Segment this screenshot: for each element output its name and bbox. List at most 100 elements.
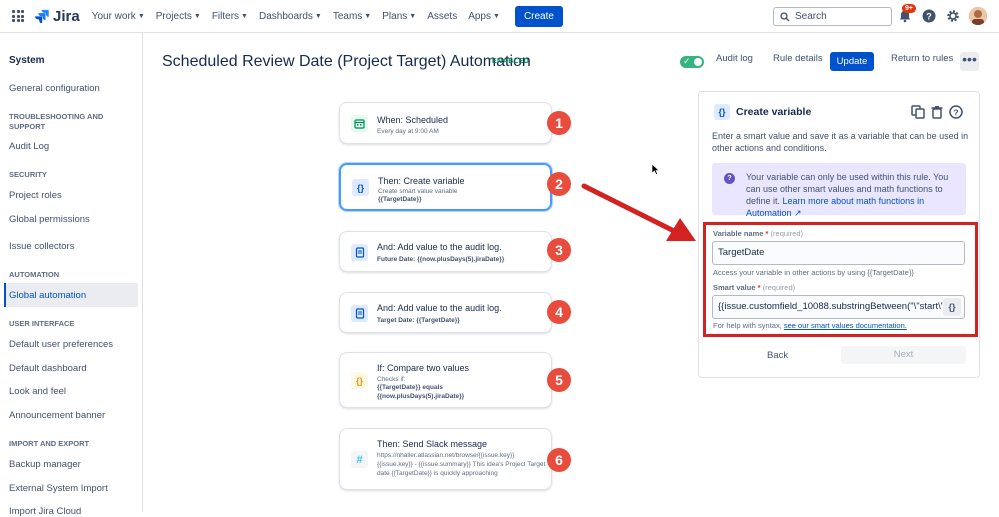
- sidebar-item-default-user-preferences[interactable]: Default user preferences: [9, 339, 113, 350]
- sidebar-item-announcement-banner[interactable]: Announcement banner: [9, 410, 105, 421]
- svg-text:?: ?: [953, 107, 958, 117]
- nav-dashboards[interactable]: Dashboards ▼: [259, 11, 322, 22]
- nav-plans[interactable]: Plans ▼: [382, 11, 416, 22]
- sidebar-item-general-configuration[interactable]: General configuration: [9, 83, 100, 94]
- search-placeholder: Search: [795, 11, 827, 22]
- chevron-down-icon: ▼: [364, 12, 372, 20]
- sidebar-heading-security: SECURITY: [9, 170, 47, 179]
- page-title: Scheduled Review Date (Project Target) A…: [162, 53, 531, 70]
- sidebar-item-default-dashboard[interactable]: Default dashboard: [9, 363, 87, 374]
- question-icon: ?: [724, 173, 735, 184]
- nav-your-work[interactable]: Your work ▼: [92, 11, 145, 22]
- chevron-down-icon: ▼: [193, 12, 201, 20]
- search-icon: [780, 11, 790, 21]
- next-button[interactable]: Next: [841, 346, 966, 364]
- rule-step-create-variable[interactable]: {} Then: Create variable Create smart va…: [339, 163, 552, 211]
- jira-logo-icon: [35, 9, 49, 23]
- step-title: And: Add value to the audit log.: [377, 303, 502, 313]
- braces-icon: {}: [714, 104, 730, 120]
- sidebar-item-global-permissions[interactable]: Global permissions: [9, 214, 90, 225]
- chevron-down-icon: ▼: [493, 12, 500, 20]
- sidebar-item-look-and-feel[interactable]: Look and feel: [9, 386, 66, 397]
- sidebar-item-project-roles[interactable]: Project roles: [9, 190, 62, 201]
- step-subtitle: https://nhaller.atlassian.net/browse/{{i…: [377, 452, 546, 477]
- chevron-down-icon: ▼: [241, 12, 248, 20]
- status-badge: ENABLED: [492, 58, 530, 65]
- sidebar-heading-user-interface: USER INTERFACE: [9, 319, 75, 328]
- sidebar-heading-import-export: IMPORT AND EXPORT: [9, 439, 90, 448]
- document-icon: [351, 244, 368, 261]
- app-switcher-icon[interactable]: [12, 10, 24, 22]
- chevron-down-icon: ▼: [409, 12, 417, 20]
- step-title: When: Scheduled: [377, 115, 449, 125]
- sidebar-item-external-system-import[interactable]: External System Import: [9, 483, 108, 494]
- admin-sidebar: System General configuration TROUBLESHOO…: [0, 33, 143, 517]
- braces-icon: {}: [352, 179, 369, 196]
- more-options-icon[interactable]: •••: [960, 52, 979, 71]
- help-icon[interactable]: ?: [949, 105, 963, 119]
- step-number-1: 1: [547, 111, 571, 135]
- main-nav: Your work ▼ Projects ▼ Filters ▼ Dashboards…: [92, 5, 563, 27]
- info-text: Your variable can only be used within th…: [746, 172, 949, 218]
- jira-logo-text: Jira: [53, 7, 80, 25]
- sidebar-active-indicator: [4, 283, 6, 307]
- avatar[interactable]: [969, 7, 987, 25]
- nav-apps[interactable]: Apps ▼: [468, 11, 500, 22]
- check-icon: ✓: [683, 56, 691, 66]
- nav-assets[interactable]: Assets: [427, 11, 457, 22]
- step-subtitle: Every day at 9:00 AM: [377, 128, 439, 135]
- calendar-icon: [351, 115, 368, 132]
- back-button[interactable]: Back: [767, 350, 788, 361]
- chevron-down-icon: ▼: [137, 12, 145, 20]
- create-button[interactable]: Create: [514, 5, 563, 27]
- step-title: If: Compare two values: [377, 363, 470, 373]
- step-detail: Target Date: {{TargetDate}}: [377, 317, 460, 324]
- trash-icon[interactable]: [930, 105, 944, 119]
- svg-text:?: ?: [926, 12, 932, 22]
- step-number-3: 3: [547, 238, 571, 262]
- sidebar-item-backup-manager[interactable]: Backup manager: [9, 459, 81, 470]
- return-to-rules-button[interactable]: Return to rules: [891, 53, 953, 64]
- annotation-highlight-box: [703, 222, 978, 337]
- document-icon: [351, 305, 368, 322]
- info-message: ? Your variable can only be used within …: [712, 163, 966, 218]
- chevron-down-icon: ▼: [314, 12, 322, 20]
- step-number-6: 6: [547, 448, 571, 472]
- jira-logo[interactable]: Jira: [35, 8, 80, 25]
- copy-icon[interactable]: [911, 105, 925, 119]
- step-number-5: 5: [547, 368, 571, 392]
- rule-step-audit-log-1[interactable]: And: Add value to the audit log. Future …: [339, 231, 552, 272]
- sidebar-item-global-automation[interactable]: Global automation: [9, 290, 86, 301]
- avatar-image: [969, 7, 987, 25]
- help-icon[interactable]: ?: [922, 9, 936, 23]
- rule-step-slack[interactable]: # Then: Send Slack message https://nhall…: [339, 428, 552, 490]
- sidebar-item-issue-collectors[interactable]: Issue collectors: [9, 241, 74, 252]
- gear-icon[interactable]: [946, 9, 960, 23]
- panel-description: Enter a smart value and save it as a var…: [712, 131, 969, 153]
- rule-details-button[interactable]: Rule details: [773, 53, 823, 64]
- step-number-2: 2: [547, 172, 571, 196]
- step-title: And: Add value to the audit log.: [377, 242, 502, 252]
- step-title: Then: Create variable: [378, 176, 465, 186]
- rule-step-audit-log-2[interactable]: And: Add value to the audit log. Target …: [339, 292, 552, 333]
- notification-badge: 9+: [902, 4, 916, 13]
- annotation-arrow-icon: [581, 183, 696, 241]
- sidebar-item-audit-log[interactable]: Audit Log: [9, 141, 49, 152]
- search-input[interactable]: Search: [773, 7, 892, 26]
- rule-step-condition[interactable]: {} If: Compare two values Checks if: {{T…: [339, 352, 552, 408]
- update-button[interactable]: Update: [830, 52, 874, 71]
- slack-icon: #: [351, 451, 368, 468]
- mouse-cursor-icon: [652, 164, 660, 175]
- rule-step-trigger[interactable]: When: Scheduled Every day at 9:00 AM: [339, 102, 552, 144]
- panel-title: Create variable: [736, 106, 812, 118]
- audit-log-button[interactable]: Audit log: [716, 53, 753, 64]
- sidebar-heading-automation: AUTOMATION: [9, 270, 60, 279]
- step-number-4: 4: [547, 300, 571, 324]
- nav-teams[interactable]: Teams ▼: [333, 11, 371, 22]
- sidebar-title: System: [9, 55, 45, 66]
- step-title: Then: Send Slack message: [377, 439, 488, 449]
- nav-projects[interactable]: Projects ▼: [156, 11, 201, 22]
- rule-enabled-toggle[interactable]: ✓: [680, 56, 704, 68]
- nav-filters[interactable]: Filters ▼: [212, 11, 248, 22]
- sidebar-heading-troubleshooting: TROUBLESHOOTING AND SUPPORT: [9, 112, 104, 131]
